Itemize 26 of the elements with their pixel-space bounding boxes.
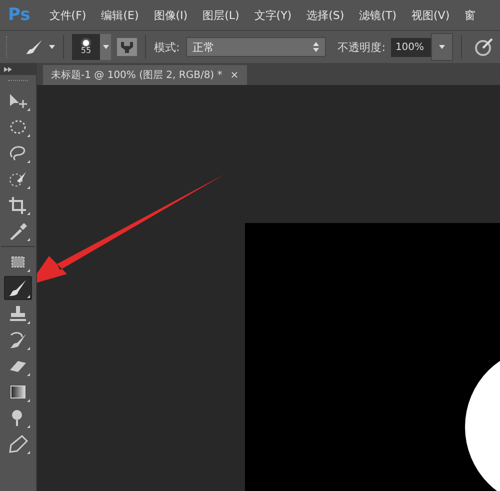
menu-item[interactable]: 滤镜(T) — [359, 8, 396, 22]
menu-item[interactable]: 文字(Y) — [254, 8, 292, 22]
pressure-icon[interactable] — [474, 37, 494, 57]
menu-item[interactable]: 视图(V) — [412, 8, 450, 22]
menu-item[interactable]: 编辑(E) — [101, 8, 139, 22]
updown-arrows-icon — [312, 42, 319, 52]
brush-panel-icon[interactable] — [117, 38, 137, 56]
caret-icon — [439, 45, 446, 49]
menu-item[interactable]: 图层(L) — [202, 8, 240, 22]
brush-icon[interactable] — [25, 39, 43, 55]
brush-tool-icon[interactable] — [4, 276, 32, 300]
caret-icon[interactable] — [49, 45, 55, 49]
dropdown-button[interactable] — [431, 33, 454, 61]
opacity-label: 不透明度: — [338, 40, 386, 54]
mode-dropdown[interactable]: 正常 — [186, 37, 326, 57]
opacity-field[interactable]: 100% — [391, 38, 432, 56]
caret-icon — [102, 45, 108, 49]
dropdown-button[interactable] — [100, 34, 111, 60]
document-tab[interactable]: 未标题-1 @ 100% (图层 2, RGB/8) * × — [43, 65, 247, 85]
menu-item[interactable]: 图像(I) — [154, 8, 188, 22]
menu-item[interactable]: 窗 — [464, 8, 476, 22]
menu-item[interactable]: 文件(F) — [49, 8, 86, 22]
collapse-icon[interactable] — [4, 66, 12, 72]
mode-label: 模式: — [154, 40, 180, 54]
brush-preset-picker[interactable]: 55 — [72, 34, 100, 60]
menu-item[interactable]: 选择(S) — [306, 8, 344, 22]
